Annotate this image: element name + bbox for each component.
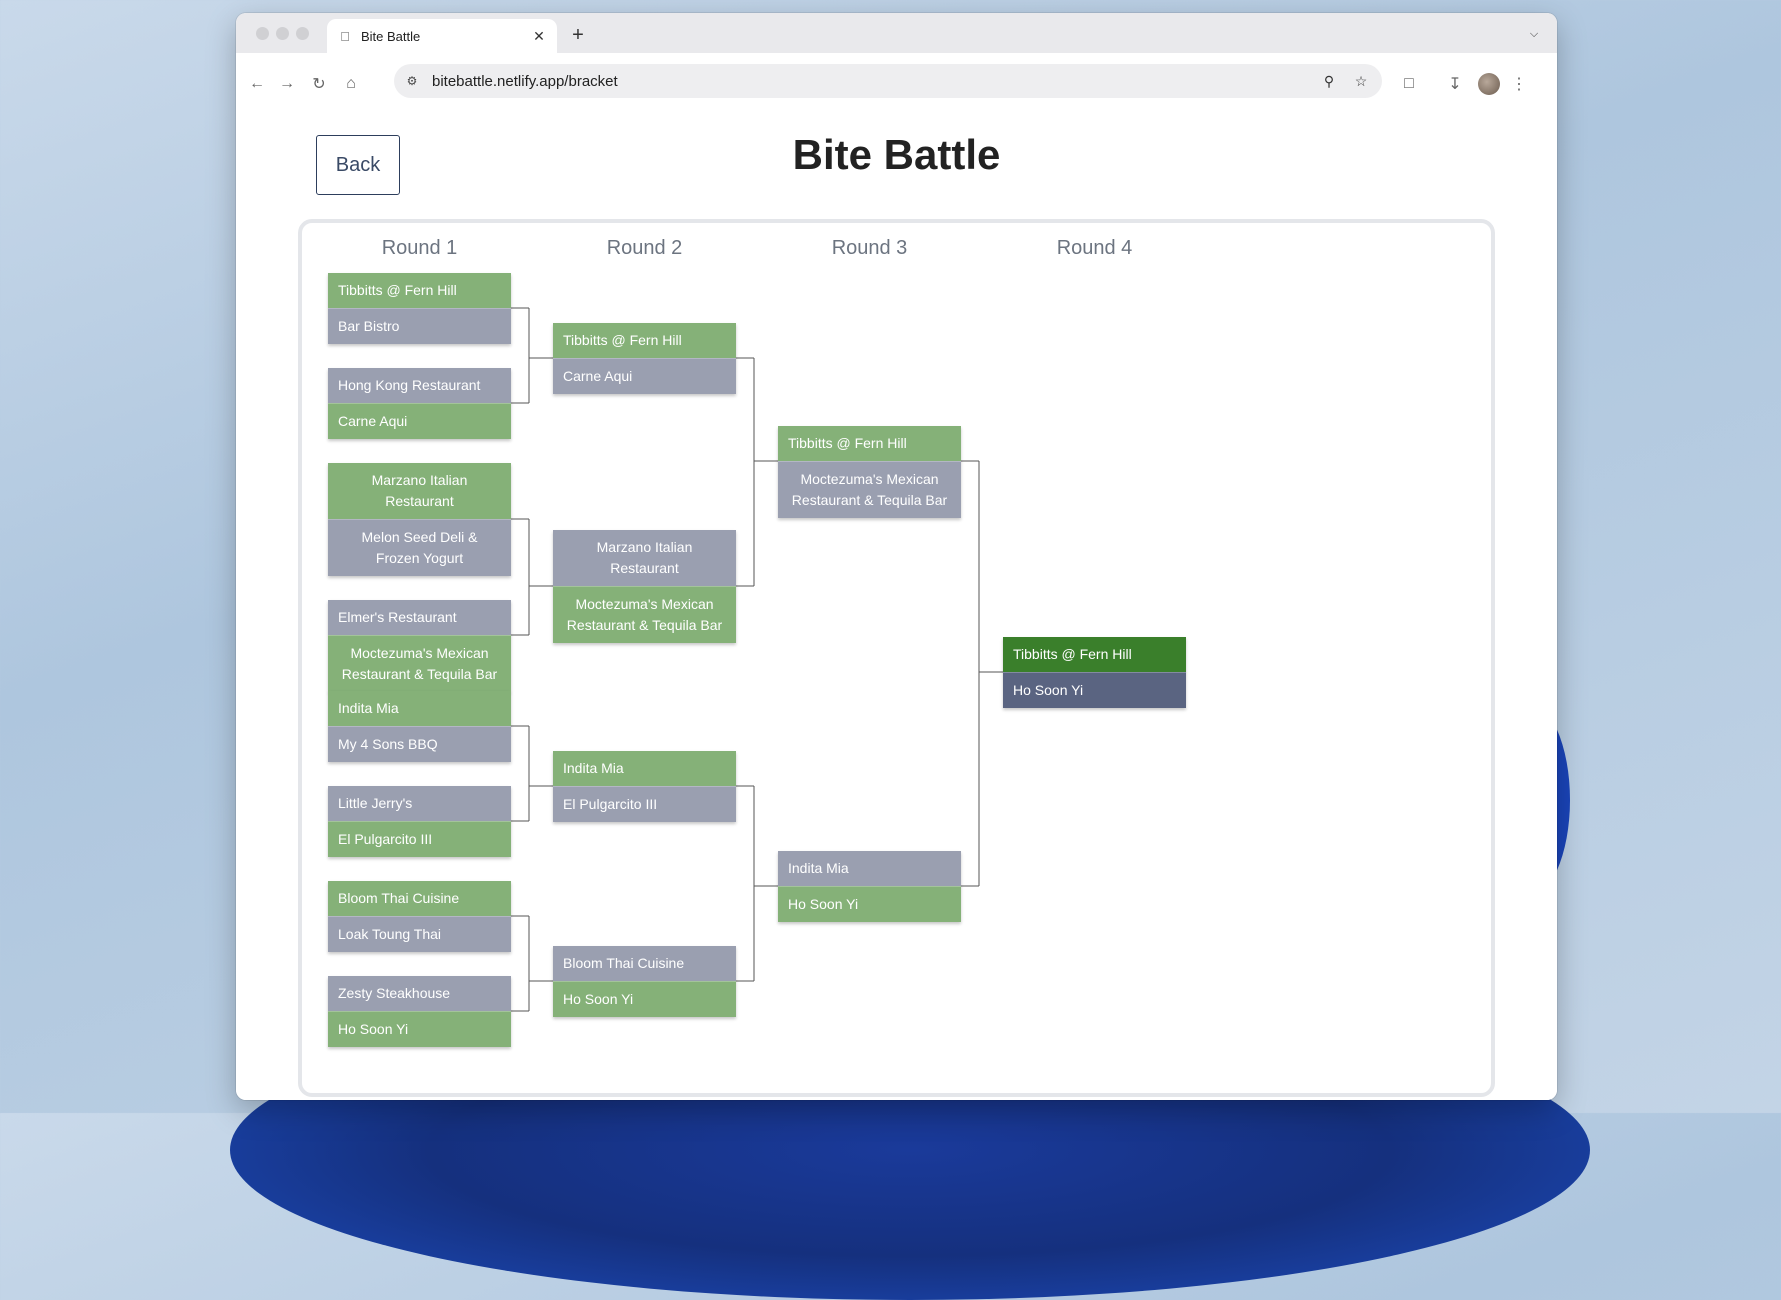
bracket-slot-lose[interactable]: Marzano Italian Restaurant: [553, 530, 736, 586]
tab-bite-battle[interactable]:  Bite Battle ✕: [327, 19, 557, 53]
location-pin-icon[interactable]: ⚲: [1318, 70, 1340, 92]
tab-search-chevron-icon[interactable]: ⌵: [1523, 23, 1545, 45]
bracket-slot-lose[interactable]: Zesty Steakhouse: [328, 976, 511, 1011]
bracket-panel: Round 1 Round 2 Round 3 Round 4 Tibbitts…: [298, 219, 1495, 1097]
new-tab-button[interactable]: +: [566, 23, 590, 47]
tab-strip:  Bite Battle ✕ + ⌵: [236, 13, 1557, 53]
forward-arrow-icon[interactable]: →: [276, 73, 298, 95]
bracket-slot-win[interactable]: Ho Soon Yi: [778, 886, 961, 922]
site-settings-icon[interactable]: ⚙: [404, 73, 420, 89]
matchup-round1-6: Little Jerry's El Pulgarcito III: [328, 786, 511, 857]
browser-toolbar: ← → ↻ ⌂ ⚙ bitebattle.netlify.app/bracket…: [236, 53, 1557, 114]
profile-avatar[interactable]: [1478, 73, 1500, 95]
bracket-slot-win[interactable]: Ho Soon Yi: [553, 981, 736, 1017]
close-window-button[interactable]: [256, 27, 269, 40]
browser-window:  Bite Battle ✕ + ⌵ ← → ↻ ⌂ ⚙ bitebattle…: [236, 13, 1557, 1100]
reload-icon[interactable]: ↻: [308, 73, 330, 95]
bracket-slot-win[interactable]: Indita Mia: [553, 751, 736, 786]
home-icon[interactable]: ⌂: [340, 73, 362, 95]
download-icon[interactable]: ↧: [1444, 73, 1466, 95]
more-menu-icon[interactable]: ⋮: [1508, 73, 1530, 95]
bracket-slot-win[interactable]: Marzano Italian Restaurant: [328, 463, 511, 519]
bracket-slot-win[interactable]: Bloom Thai Cuisine: [328, 881, 511, 916]
bracket-slot-champion[interactable]: Tibbitts @ Fern Hill: [1003, 637, 1186, 672]
address-bar[interactable]: ⚙ bitebattle.netlify.app/bracket ⚲ ☆: [394, 64, 1382, 98]
bracket-slot-lose[interactable]: El Pulgarcito III: [553, 786, 736, 822]
matchup-round1-5: Indita Mia My 4 Sons BBQ: [328, 691, 511, 762]
bracket-slot-lose[interactable]: Melon Seed Deli & Frozen Yogurt: [328, 519, 511, 576]
close-tab-icon[interactable]: ✕: [529, 26, 549, 46]
bracket-slot-win[interactable]: Moctezuma's Mexican Restaurant & Tequila…: [553, 586, 736, 643]
apple-icon: : [337, 28, 353, 44]
url-text[interactable]: bitebattle.netlify.app/bracket: [432, 73, 1318, 90]
bracket-slot-lose[interactable]: Bar Bistro: [328, 308, 511, 344]
round-header: Round 1: [381, 237, 458, 259]
matchup-round2-4: Bloom Thai Cuisine Ho Soon Yi: [553, 946, 736, 1017]
page-title: Bite Battle: [792, 131, 1001, 178]
round-header: Round 4: [1056, 237, 1133, 259]
bracket-slot-lose[interactable]: Moctezuma's Mexican Restaurant & Tequila…: [778, 461, 961, 518]
minimize-window-button[interactable]: [276, 27, 289, 40]
matchup-round3-2: Indita Mia Ho Soon Yi: [778, 851, 961, 922]
matchup-round1-8: Zesty Steakhouse Ho Soon Yi: [328, 976, 511, 1047]
maximize-window-button[interactable]: [296, 27, 309, 40]
matchup-round2-3: Indita Mia El Pulgarcito III: [553, 751, 736, 822]
matchup-round3-1: Tibbitts @ Fern Hill Moctezuma's Mexican …: [778, 426, 961, 518]
bookmark-star-icon[interactable]: ☆: [1350, 70, 1372, 92]
matchup-round1-1: Tibbitts @ Fern Hill Bar Bistro: [328, 273, 511, 344]
bracket-slot-win[interactable]: Indita Mia: [328, 691, 511, 726]
bracket-slot-win[interactable]: Moctezuma's Mexican Restaurant & Tequila…: [328, 635, 511, 692]
round-header: Round 2: [606, 237, 683, 259]
matchup-round2-2: Marzano Italian Restaurant Moctezuma's Me…: [553, 530, 736, 643]
bracket-slot-win[interactable]: El Pulgarcito III: [328, 821, 511, 857]
round-header: Round 3: [831, 237, 908, 259]
tab-title: Bite Battle: [361, 28, 421, 44]
bracket-slot-lose[interactable]: Little Jerry's: [328, 786, 511, 821]
bracket-slot-win[interactable]: Tibbitts @ Fern Hill: [328, 273, 511, 308]
matchup-round2-1: Tibbitts @ Fern Hill Carne Aqui: [553, 323, 736, 394]
bracket-slot-lose[interactable]: Carne Aqui: [553, 358, 736, 394]
matchup-round1-3: Marzano Italian Restaurant Melon Seed Del…: [328, 463, 511, 576]
bracket-slot-lose[interactable]: Bloom Thai Cuisine: [553, 946, 736, 981]
bracket-slot-win[interactable]: Tibbitts @ Fern Hill: [778, 426, 961, 461]
matchup-round1-2: Hong Kong Restaurant Carne Aqui: [328, 368, 511, 439]
bracket-slot-lose[interactable]: Elmer's Restaurant: [328, 600, 511, 635]
bracket-slot-win[interactable]: Tibbitts @ Fern Hill: [553, 323, 736, 358]
bracket-slot-lose[interactable]: Indita Mia: [778, 851, 961, 886]
matchup-round1-4: Elmer's Restaurant Moctezuma's Mexican Re…: [328, 600, 511, 692]
matchup-round1-7: Bloom Thai Cuisine Loak Toung Thai: [328, 881, 511, 952]
back-arrow-icon[interactable]: ←: [246, 73, 268, 95]
bracket-slot-win[interactable]: Ho Soon Yi: [328, 1011, 511, 1047]
bracket-slot-runner-up[interactable]: Ho Soon Yi: [1003, 672, 1186, 708]
bracket-slot-lose[interactable]: Loak Toung Thai: [328, 916, 511, 952]
matchup-round4-1: Tibbitts @ Fern Hill Ho Soon Yi: [1003, 637, 1186, 708]
extensions-icon[interactable]: □: [1398, 73, 1420, 95]
page-content: Back Bite Battle Round 1 Round 2 Round 3…: [236, 113, 1557, 1100]
bracket-slot-lose[interactable]: Hong Kong Restaurant: [328, 368, 511, 403]
bracket-slot-win[interactable]: Carne Aqui: [328, 403, 511, 439]
bracket-slot-lose[interactable]: My 4 Sons BBQ: [328, 726, 511, 762]
